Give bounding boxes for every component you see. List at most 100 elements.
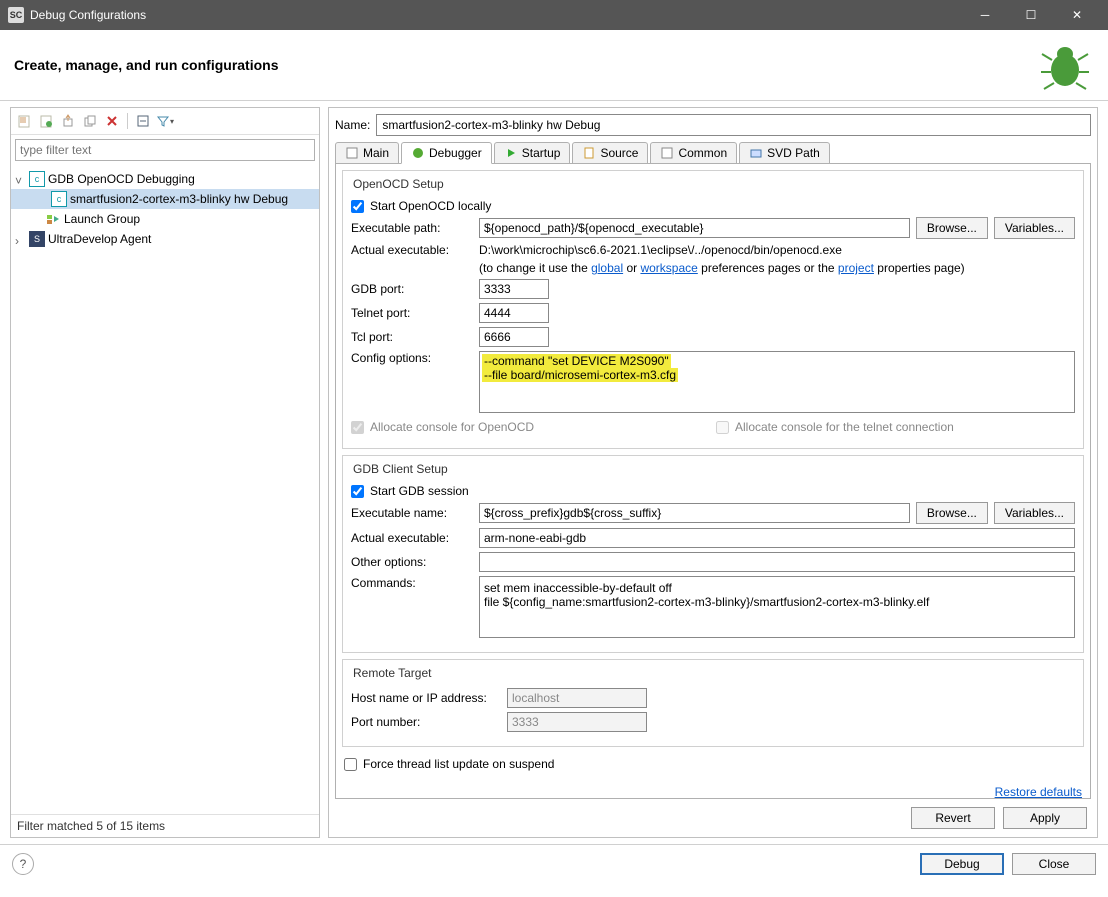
config-options-textarea[interactable] xyxy=(479,351,1075,413)
port-input xyxy=(507,712,647,732)
launch-group-icon xyxy=(45,211,61,227)
tab-startup[interactable]: Startup xyxy=(494,142,571,163)
export-icon[interactable] xyxy=(58,111,78,131)
new-proto-icon[interactable] xyxy=(36,111,56,131)
force-thread-label: Force thread list update on suspend xyxy=(363,757,554,771)
telnet-port-input[interactable] xyxy=(479,303,549,323)
remote-target-group: Remote Target Host name or IP address: P… xyxy=(342,659,1084,747)
hint-text: (to change it use the global or workspac… xyxy=(479,261,965,275)
restore-defaults-link[interactable]: Restore defaults xyxy=(995,785,1082,799)
actual-exe-value: D:\work\microchip\sc6.6-2021.1\eclipse\/… xyxy=(479,243,842,257)
config-tree[interactable]: ˅ c GDB OpenOCD Debugging c smartfusion2… xyxy=(11,165,319,814)
start-gdb-checkbox[interactable] xyxy=(351,485,364,498)
config-form-pane: Name: Main Debugger Startup Source Commo… xyxy=(328,107,1098,838)
close-window-button[interactable]: ✕ xyxy=(1054,0,1100,30)
close-button[interactable]: Close xyxy=(1012,853,1096,875)
tab-svdpath[interactable]: SVD Path xyxy=(739,142,830,163)
c-icon: c xyxy=(29,171,45,187)
revert-button[interactable]: Revert xyxy=(911,807,995,829)
tree-label: smartfusion2-cortex-m3-blinky hw Debug xyxy=(70,192,288,206)
gdb-client-group: GDB Client Setup Start GDB session Execu… xyxy=(342,455,1084,653)
exepath-input[interactable] xyxy=(479,218,910,238)
variables-button[interactable]: Variables... xyxy=(994,502,1075,524)
tcl-port-label: Tcl port: xyxy=(351,330,473,344)
workspace-link[interactable]: workspace xyxy=(640,261,697,275)
alloc-telnet-label: Allocate console for the telnet connecti… xyxy=(735,420,1075,434)
start-openocd-checkbox[interactable] xyxy=(351,200,364,213)
host-label: Host name or IP address: xyxy=(351,691,501,705)
actual-exe-label: Actual executable: xyxy=(351,243,473,257)
tab-source[interactable]: Source xyxy=(572,142,648,163)
delete-icon[interactable] xyxy=(102,111,122,131)
filter-icon[interactable]: ▾ xyxy=(155,111,175,131)
title-bar: SC Debug Configurations ─ ☐ ✕ xyxy=(0,0,1108,30)
tree-item-selected-config[interactable]: c smartfusion2-cortex-m3-blinky hw Debug xyxy=(11,189,319,209)
other-options-label: Other options: xyxy=(351,555,473,569)
start-gdb-label: Start GDB session xyxy=(370,484,469,498)
app-icon: SC xyxy=(8,7,24,23)
collapse-icon[interactable] xyxy=(133,111,153,131)
variables-button[interactable]: Variables... xyxy=(994,217,1075,239)
gdb-port-input[interactable] xyxy=(479,279,549,299)
global-link[interactable]: global xyxy=(591,261,623,275)
duplicate-icon[interactable] xyxy=(80,111,100,131)
alloc-openocd-checkbox xyxy=(351,421,364,434)
tree-item-gdb-openocd[interactable]: ˅ c GDB OpenOCD Debugging xyxy=(11,169,319,189)
alloc-openocd-label: Allocate console for OpenOCD xyxy=(370,420,710,434)
project-link[interactable]: project xyxy=(838,261,874,275)
tab-debugger[interactable]: Debugger xyxy=(401,142,492,164)
group-title: OpenOCD Setup xyxy=(351,177,446,191)
debug-button[interactable]: Debug xyxy=(920,853,1004,875)
tree-label: Launch Group xyxy=(64,212,140,226)
other-options-input[interactable] xyxy=(479,552,1075,572)
gdb-actual-value xyxy=(479,528,1075,548)
tree-toolbar: ▾ xyxy=(11,108,319,135)
window-title: Debug Configurations xyxy=(30,8,962,22)
bug-icon xyxy=(1040,40,1090,90)
gdb-actual-label: Actual executable: xyxy=(351,531,473,545)
alloc-telnet-checkbox xyxy=(716,421,729,434)
configurations-tree-pane: ▾ ˅ c GDB OpenOCD Debugging c smartfusio… xyxy=(10,107,320,838)
maximize-button[interactable]: ☐ xyxy=(1008,0,1054,30)
name-input[interactable] xyxy=(376,114,1091,136)
apply-row: Revert Apply xyxy=(335,799,1091,837)
gdb-port-label: GDB port: xyxy=(351,282,473,296)
gdb-exe-input[interactable] xyxy=(479,503,910,523)
config-options-label: Config options: xyxy=(351,351,473,365)
apply-button[interactable]: Apply xyxy=(1003,807,1087,829)
banner: Create, manage, and run configurations xyxy=(0,30,1108,101)
help-icon[interactable]: ? xyxy=(12,853,34,875)
c-icon: c xyxy=(51,191,67,207)
exepath-label: Executable path: xyxy=(351,221,473,235)
tree-filter-status: Filter matched 5 of 15 items xyxy=(11,814,319,837)
port-label: Port number: xyxy=(351,715,501,729)
filter-input[interactable] xyxy=(15,139,315,161)
minimize-button[interactable]: ─ xyxy=(962,0,1008,30)
group-title: GDB Client Setup xyxy=(351,462,450,476)
force-thread-checkbox[interactable] xyxy=(344,758,357,771)
tree-item-launch-group[interactable]: Launch Group xyxy=(11,209,319,229)
tree-label: GDB OpenOCD Debugging xyxy=(48,172,195,186)
dialog-footer: ? Debug Close xyxy=(0,844,1108,883)
new-config-icon[interactable] xyxy=(14,111,34,131)
group-title: Remote Target xyxy=(351,666,434,680)
tree-item-ultradevelop[interactable]: › S UltraDevelop Agent xyxy=(11,229,319,249)
openocd-group: OpenOCD Setup Start OpenOCD locally Exec… xyxy=(342,170,1084,449)
name-label: Name: xyxy=(335,118,370,132)
start-openocd-label: Start OpenOCD locally xyxy=(370,199,491,213)
commands-label: Commands: xyxy=(351,576,473,590)
commands-textarea[interactable] xyxy=(479,576,1075,638)
sc-icon: S xyxy=(29,231,45,247)
tree-label: UltraDevelop Agent xyxy=(48,232,151,246)
tab-main[interactable]: Main xyxy=(335,142,399,163)
browse-button[interactable]: Browse... xyxy=(916,217,988,239)
telnet-port-label: Telnet port: xyxy=(351,306,473,320)
chevron-right-icon[interactable]: › xyxy=(15,234,26,245)
config-tabs: Main Debugger Startup Source Common SVD … xyxy=(335,142,1091,164)
tcl-port-input[interactable] xyxy=(479,327,549,347)
banner-heading: Create, manage, and run configurations xyxy=(14,57,1040,73)
tab-common[interactable]: Common xyxy=(650,142,737,163)
host-input xyxy=(507,688,647,708)
browse-button[interactable]: Browse... xyxy=(916,502,988,524)
chevron-down-icon[interactable]: ˅ xyxy=(15,174,26,185)
